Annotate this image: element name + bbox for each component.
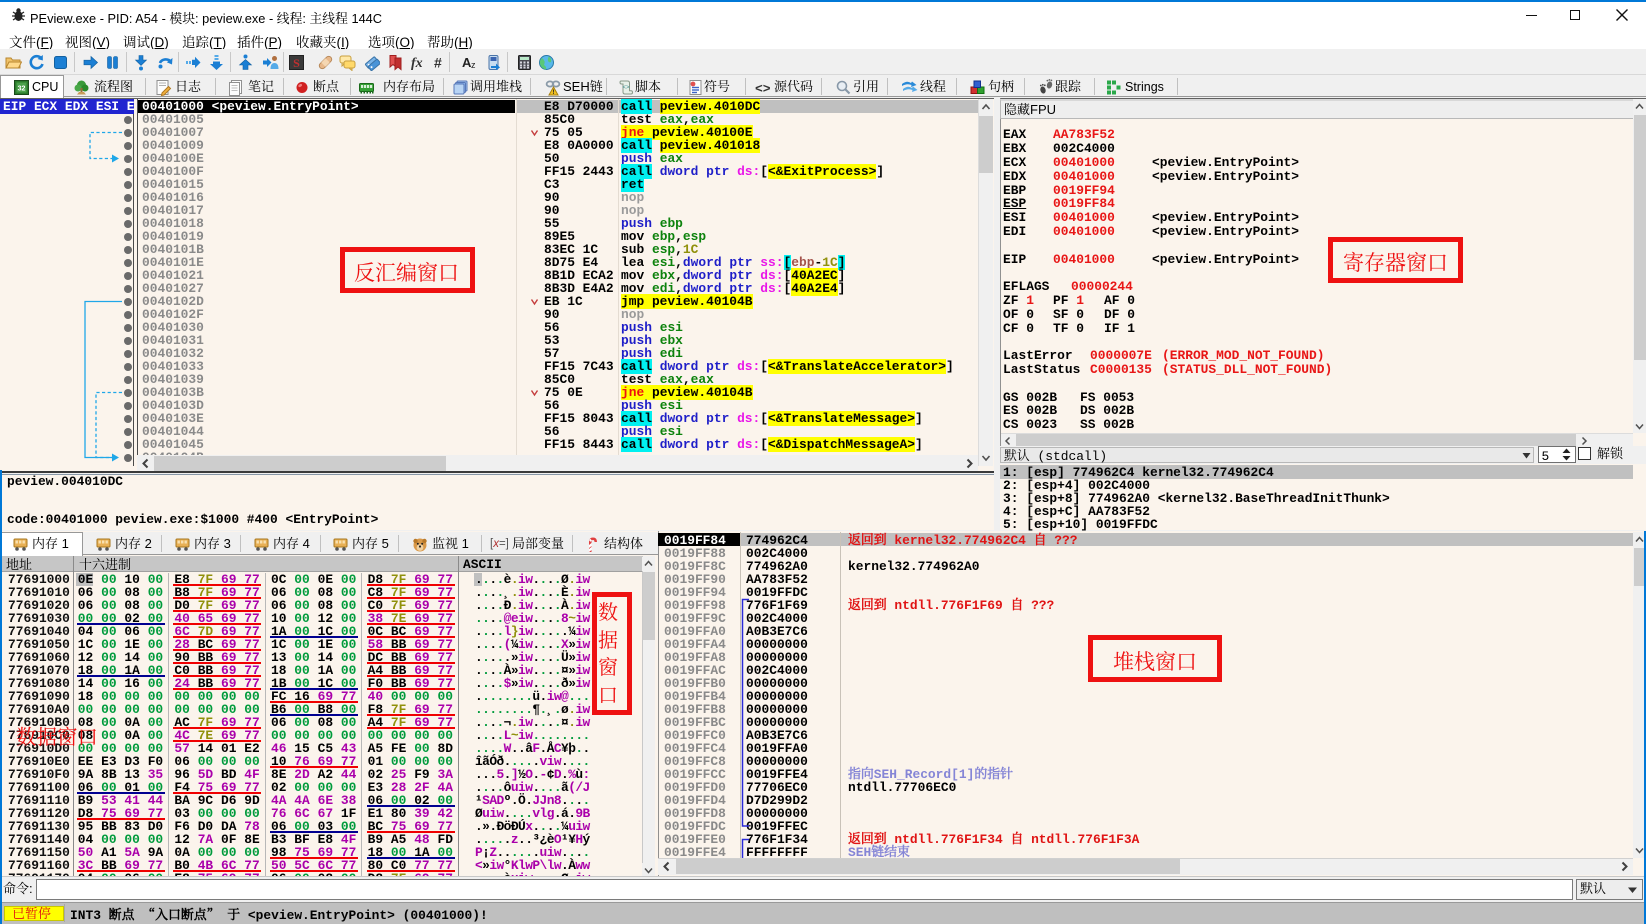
svg-text:<>: <> — [755, 82, 771, 97]
svg-text:S: S — [293, 56, 300, 70]
svg-text:32: 32 — [18, 86, 26, 93]
svg-text:#: # — [434, 55, 442, 71]
svg-text:!: ! — [552, 89, 554, 96]
svg-text:<>: <> — [622, 85, 630, 91]
svg-text:fx: fx — [411, 56, 423, 71]
svg-text:z: z — [471, 60, 476, 70]
